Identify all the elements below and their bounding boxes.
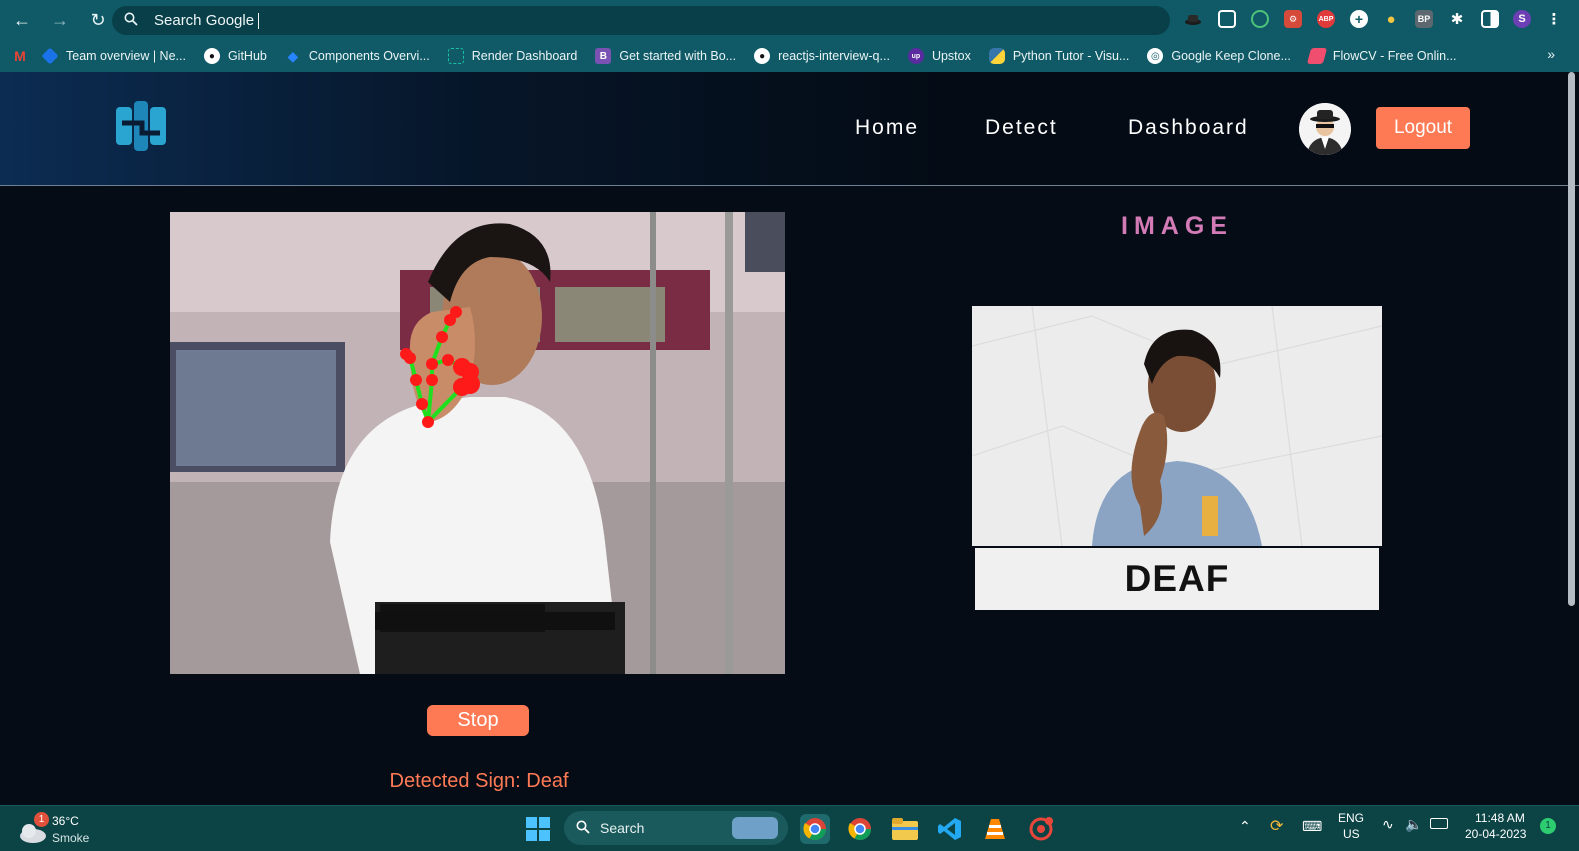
app-logo[interactable] <box>112 97 170 155</box>
battery-icon[interactable] <box>1430 818 1448 829</box>
volume-icon[interactable]: 🔈 <box>1405 816 1422 833</box>
bookmark-label: Get started with Bo... <box>619 49 737 63</box>
profile-avatar[interactable]: S <box>1513 10 1531 28</box>
bookmark-label: Render Dashboard <box>471 49 578 63</box>
clock-date[interactable]: 20-04-2023 <box>1465 827 1526 841</box>
logout-button[interactable]: Logout <box>1376 107 1470 149</box>
bookmark-item[interactable]: Render Dashboard <box>447 48 578 64</box>
nav-home[interactable]: Home <box>855 116 919 140</box>
page-scrollbar[interactable] <box>1568 72 1575 606</box>
detected-sign-text: Detected Sign: Deaf <box>389 770 569 792</box>
bookmark-label: FlowCV - Free Onlin... <box>1332 49 1457 63</box>
more-bookmarks-chevron-icon[interactable]: » <box>1547 46 1555 62</box>
weather-description: Smoke <box>52 831 90 845</box>
chrome-icon[interactable] <box>845 814 875 844</box>
address-text: Search Google <box>154 12 255 29</box>
bookmark-gmail[interactable]: M <box>12 48 28 64</box>
github-icon: ● <box>754 48 771 64</box>
taskbar-search-label: Search <box>600 820 645 836</box>
weather-badge: 1 <box>34 812 49 827</box>
jira-icon: ◆ <box>287 47 299 64</box>
user-avatar[interactable] <box>1299 103 1351 155</box>
hat-extension-icon[interactable] <box>1184 10 1202 28</box>
bookmark-item[interactable]: ● GitHub <box>203 48 267 64</box>
sign-photo <box>972 306 1382 546</box>
windows-taskbar: 1 36°C Smoke Search ⌃ ⟳ ⌨ ENG US ∿ 🔈 11:… <box>0 805 1579 851</box>
python-icon <box>988 48 1005 64</box>
notification-badge[interactable]: 1 <box>1540 818 1556 834</box>
side-panel-icon[interactable] <box>1481 10 1499 28</box>
bp-extension-icon[interactable]: BP <box>1415 10 1433 28</box>
bookmark-label: Python Tutor - Visu... <box>1012 49 1130 63</box>
region-code[interactable]: US <box>1343 827 1360 841</box>
globe-icon: ◎ <box>1147 48 1164 64</box>
render-icon <box>447 48 464 64</box>
bookmark-label: Team overview | Ne... <box>66 49 186 63</box>
start-windows-icon[interactable] <box>523 814 553 844</box>
chrome-profile-icon[interactable] <box>800 814 830 844</box>
bulb-icon[interactable]: ● <box>1382 10 1400 28</box>
bookmark-item[interactable]: ● reactjs-interview-q... <box>754 48 890 64</box>
gmail-icon: M <box>14 48 26 64</box>
file-explorer-icon[interactable] <box>890 814 920 844</box>
bookmark-label: Upstox <box>931 49 971 63</box>
upstox-icon: up <box>907 48 924 64</box>
image-heading: IMAGE <box>1121 212 1233 240</box>
adblock-icon[interactable]: ABP <box>1317 10 1335 28</box>
gear-extension-icon[interactable]: ⚙ <box>1284 10 1302 28</box>
show-hidden-icons-chevron-icon[interactable]: ⌃ <box>1239 818 1251 835</box>
puzzle-icon[interactable]: ✱ <box>1448 10 1466 28</box>
clock-time[interactable]: 11:48 AM <box>1475 811 1525 825</box>
bookmark-label: Google Keep Clone... <box>1171 49 1291 63</box>
vlc-icon[interactable] <box>980 814 1010 844</box>
language-code[interactable]: ENG <box>1338 811 1364 825</box>
bookmarks-bar: M Team overview | Ne... ● GitHub ◆ Compo… <box>0 40 1579 72</box>
sign-reference-image <box>972 306 1382 546</box>
bootstrap-icon: B <box>595 48 612 64</box>
reload-icon[interactable]: ↻ <box>82 4 114 36</box>
bookmark-label: GitHub <box>227 49 267 63</box>
nav-dashboard[interactable]: Dashboard <box>1128 116 1249 140</box>
github-icon: ● <box>203 48 220 64</box>
flowcv-icon <box>1306 48 1328 64</box>
screen: { "browser": { "address_placeholder": "S… <box>0 0 1579 851</box>
bookmark-label: reactjs-interview-q... <box>778 49 890 63</box>
menu-kebab-icon[interactable]: ⋮ <box>1545 10 1563 28</box>
wifi-icon[interactable]: ∿ <box>1382 816 1394 833</box>
bookmark-item[interactable]: ◆ Components Overvi... <box>285 47 430 64</box>
stop-button[interactable]: Stop <box>427 705 529 736</box>
add-icon[interactable]: + <box>1350 10 1368 28</box>
sync-icon[interactable]: ⟳ <box>1270 816 1283 836</box>
text-caret <box>258 12 260 29</box>
picture-in-picture-icon[interactable] <box>1218 10 1236 28</box>
browser-toolbar: ← → ↻ Search Google ⚙ ABP + ● BP ✱ S ⋮ <box>0 0 1579 40</box>
address-bar[interactable]: Search Google <box>112 6 1170 35</box>
bookmark-icon <box>41 47 59 65</box>
sign-label: DEAF <box>975 548 1379 610</box>
forward-icon[interactable]: → <box>44 4 76 36</box>
bookmark-item[interactable]: up Upstox <box>907 48 971 64</box>
bookmark-label: Components Overvi... <box>308 49 430 63</box>
screen-recorder-icon[interactable] <box>1026 814 1056 844</box>
keyboard-icon[interactable]: ⌨ <box>1302 818 1322 835</box>
record-extension-icon[interactable] <box>1251 10 1269 28</box>
search-highlight-icon <box>732 817 778 839</box>
bookmark-item[interactable]: B Get started with Bo... <box>595 48 736 64</box>
bookmark-item[interactable]: FlowCV - Free Onlin... <box>1306 48 1457 64</box>
search-icon <box>116 12 146 29</box>
weather-temperature: 36°C <box>52 814 79 828</box>
bookmark-item[interactable]: ◎ Google Keep Clone... <box>1147 48 1291 64</box>
webcam-frame-image <box>170 212 785 674</box>
back-icon[interactable]: ← <box>6 4 38 36</box>
nav-detect[interactable]: Detect <box>985 116 1058 140</box>
webcam-feed <box>170 212 785 674</box>
app-header: Home Detect Dashboard Logout <box>0 72 1579 186</box>
bookmark-item[interactable]: Python Tutor - Visu... <box>988 48 1130 64</box>
bookmark-item[interactable]: Team overview | Ne... <box>41 47 186 65</box>
taskbar-search[interactable]: Search <box>564 811 788 845</box>
vscode-icon[interactable] <box>935 814 965 844</box>
search-icon <box>576 820 590 837</box>
